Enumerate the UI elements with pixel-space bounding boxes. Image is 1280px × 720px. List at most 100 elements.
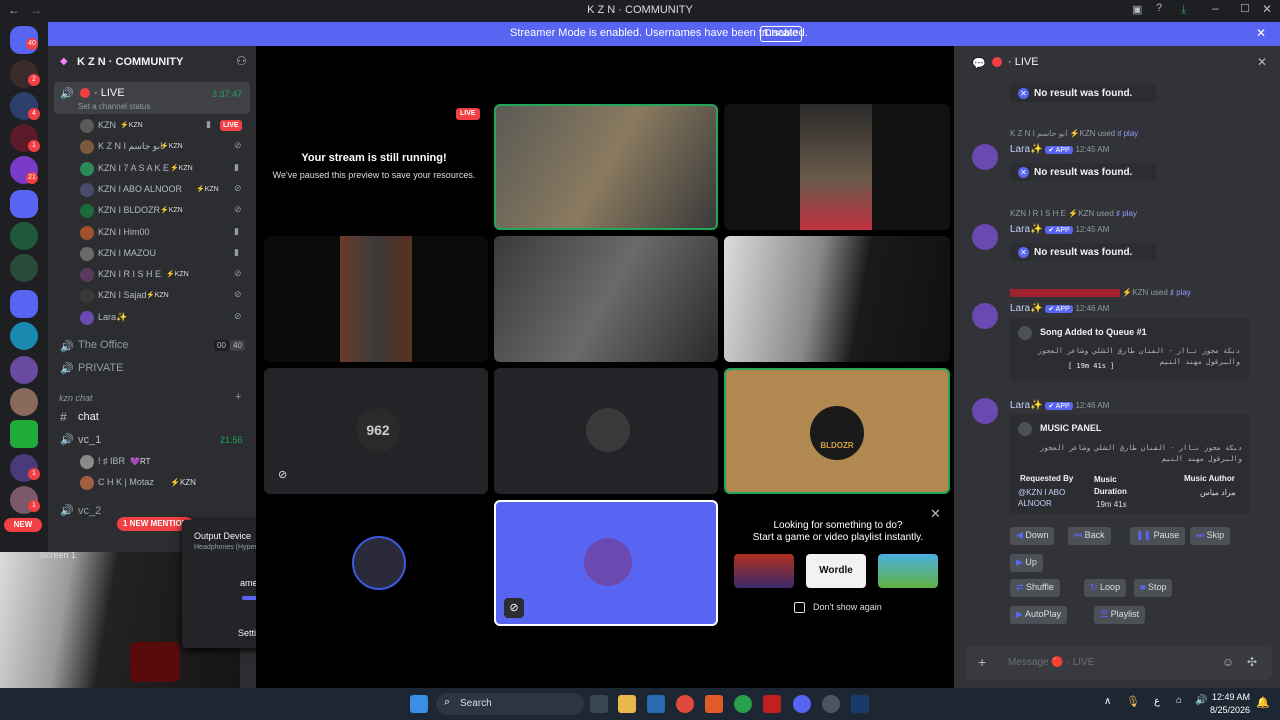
brave-icon[interactable] [705, 695, 723, 713]
kick-icon[interactable] [10, 420, 38, 448]
chat-channel[interactable]: chat [78, 411, 99, 423]
video-tile[interactable] [724, 104, 950, 230]
channel-status-hint[interactable]: Set a channel status [78, 102, 151, 111]
folder-icon[interactable] [10, 190, 38, 218]
vc2-channel[interactable]: vc_2 [78, 505, 101, 517]
minimize-icon[interactable]: – [1212, 1, 1219, 15]
message-author[interactable]: Lara✨ [1010, 144, 1042, 155]
voice-member-name[interactable]: KZN I BLDOZR [98, 205, 160, 215]
voice-member-name[interactable]: KZN I ABO ALNOOR [98, 184, 182, 194]
chrome-icon[interactable] [676, 695, 694, 713]
vc1-member-name[interactable]: C H K | Motaz [98, 477, 154, 487]
avatar-tile[interactable]: ⊘ [494, 500, 718, 626]
app-icon[interactable] [763, 695, 781, 713]
voice-member-name[interactable]: Lara✨ [98, 312, 127, 323]
add-channel-icon[interactable]: + [235, 391, 241, 403]
close-chat-icon[interactable]: ✕ [1257, 55, 1267, 69]
stop-button[interactable]: ■ Stop [1134, 579, 1173, 597]
folder-icon[interactable] [10, 290, 38, 318]
category-kzn-chat[interactable]: kzn chat [59, 393, 93, 403]
command-user[interactable]: K Z N I ابو جاسم [1010, 129, 1067, 138]
file-explorer-icon[interactable] [618, 695, 636, 713]
back-button[interactable]: ⏮ Back [1068, 527, 1111, 545]
server-icon[interactable] [10, 222, 38, 250]
voice-member-name[interactable]: KZN [98, 120, 116, 130]
up-button[interactable]: ▶ Up [1010, 554, 1043, 572]
maximize-icon[interactable]: ☐ [1240, 2, 1250, 15]
command-name[interactable]: ♯ play [1116, 209, 1137, 218]
voice-member-name[interactable]: K Z N I ابو جاسم [98, 141, 163, 152]
requested-by-value[interactable]: @KZN I ABO ALNOOR [1018, 487, 1078, 509]
notification-bell-icon[interactable]: 🔔 [1256, 696, 1270, 709]
server-icon[interactable] [10, 254, 38, 282]
emoji-icon[interactable]: ☺ [1222, 655, 1234, 669]
avatar-tile[interactable] [494, 368, 718, 494]
command-name[interactable]: ♯ play [1117, 129, 1138, 138]
download-icon[interactable]: ⤓ [1181, 2, 1186, 17]
video-tile[interactable] [264, 236, 488, 362]
banner-close-icon[interactable]: ✕ [1256, 26, 1266, 40]
invite-icon[interactable]: ⚇ [236, 54, 247, 68]
voice-member-name[interactable]: KZN I 7 A S A K E [98, 163, 169, 173]
avatar[interactable] [972, 224, 998, 250]
video-tile[interactable] [494, 236, 718, 362]
disable-button[interactable]: Disable [760, 26, 802, 42]
inbox-icon[interactable]: ▣ [1132, 3, 1142, 16]
autoplay-button[interactable]: ▶ AutoPlay [1010, 606, 1067, 624]
clock-date[interactable]: 8/25/2026 [1204, 705, 1250, 715]
voice-member-name[interactable]: KZN I MAZOU [98, 248, 156, 258]
windows-start-icon[interactable] [410, 695, 428, 713]
avatar-tile[interactable] [264, 500, 488, 626]
game-card[interactable] [734, 554, 794, 588]
pause-button[interactable]: ❚❚ Pause [1130, 527, 1186, 545]
new-badge[interactable]: NEW [4, 518, 42, 532]
server-icon[interactable] [10, 388, 38, 416]
avatar[interactable] [972, 398, 998, 424]
avatar-tile[interactable]: BLDOZR [724, 368, 950, 494]
voice-member-name[interactable]: KZN I Him00 [98, 227, 150, 237]
skip-button[interactable]: ⏭ Skip [1190, 527, 1231, 545]
task-view-icon[interactable] [590, 695, 608, 713]
add-attachment-icon[interactable]: + [978, 654, 986, 670]
server-name[interactable]: K Z N · COMMUNITY [77, 56, 183, 68]
app-icon[interactable] [822, 695, 840, 713]
avatar[interactable] [972, 144, 998, 170]
private-channel[interactable]: PRIVATE [78, 362, 123, 374]
message-author[interactable]: Lara✨ [1010, 303, 1042, 314]
office-channel[interactable]: The Office [78, 339, 129, 351]
output-device-title[interactable]: Output Device [194, 531, 251, 541]
command-user[interactable]: KZN I R I S H E [1010, 209, 1066, 218]
command-name[interactable]: ♯ play [1170, 288, 1191, 297]
taskbar-search[interactable]: ⌕ Search [436, 693, 584, 715]
video-tile[interactable] [494, 104, 718, 230]
down-button[interactable]: ◀ Down [1010, 527, 1055, 545]
close-window-icon[interactable]: ✕ [1262, 2, 1272, 16]
help-icon[interactable]: ? [1156, 2, 1162, 14]
playlist-button[interactable]: ☰ Playlist [1094, 606, 1146, 624]
wordle-card[interactable]: Wordle [806, 554, 866, 588]
avatar-tile[interactable]: 962 ⊘ [264, 368, 488, 494]
network-icon[interactable]: ⌂ [1176, 695, 1182, 706]
server-icon[interactable] [10, 322, 38, 350]
vc1-channel[interactable]: vc_1 [78, 434, 101, 446]
message-author[interactable]: Lara✨ [1010, 224, 1042, 235]
loop-button[interactable]: ↻ Loop [1084, 579, 1127, 597]
voice-member-name[interactable]: KZN I Sajad [98, 290, 147, 300]
language-icon[interactable]: ع [1154, 696, 1160, 707]
dont-show-checkbox[interactable] [794, 602, 805, 613]
vc1-member-name[interactable]: ! ♯ IBR [98, 456, 125, 466]
tray-chevron-icon[interactable]: ∧ [1104, 696, 1111, 707]
store-icon[interactable] [647, 695, 665, 713]
mic-icon[interactable]: 🎙 [1126, 695, 1140, 708]
video-tile[interactable] [724, 236, 950, 362]
shuffle-button[interactable]: ⇄ Shuffle [1010, 579, 1060, 597]
server-icon[interactable] [10, 356, 38, 384]
farm-card[interactable] [878, 554, 938, 588]
voice-member-name[interactable]: KZN I R I S H E [98, 269, 161, 279]
clock-time[interactable]: 12:49 AM [1210, 692, 1250, 702]
xbox-icon[interactable] [734, 695, 752, 713]
avatar[interactable] [972, 303, 998, 329]
discord-icon[interactable] [793, 695, 811, 713]
apps-icon[interactable]: ✣ [1247, 655, 1257, 669]
steam-icon[interactable] [851, 695, 869, 713]
